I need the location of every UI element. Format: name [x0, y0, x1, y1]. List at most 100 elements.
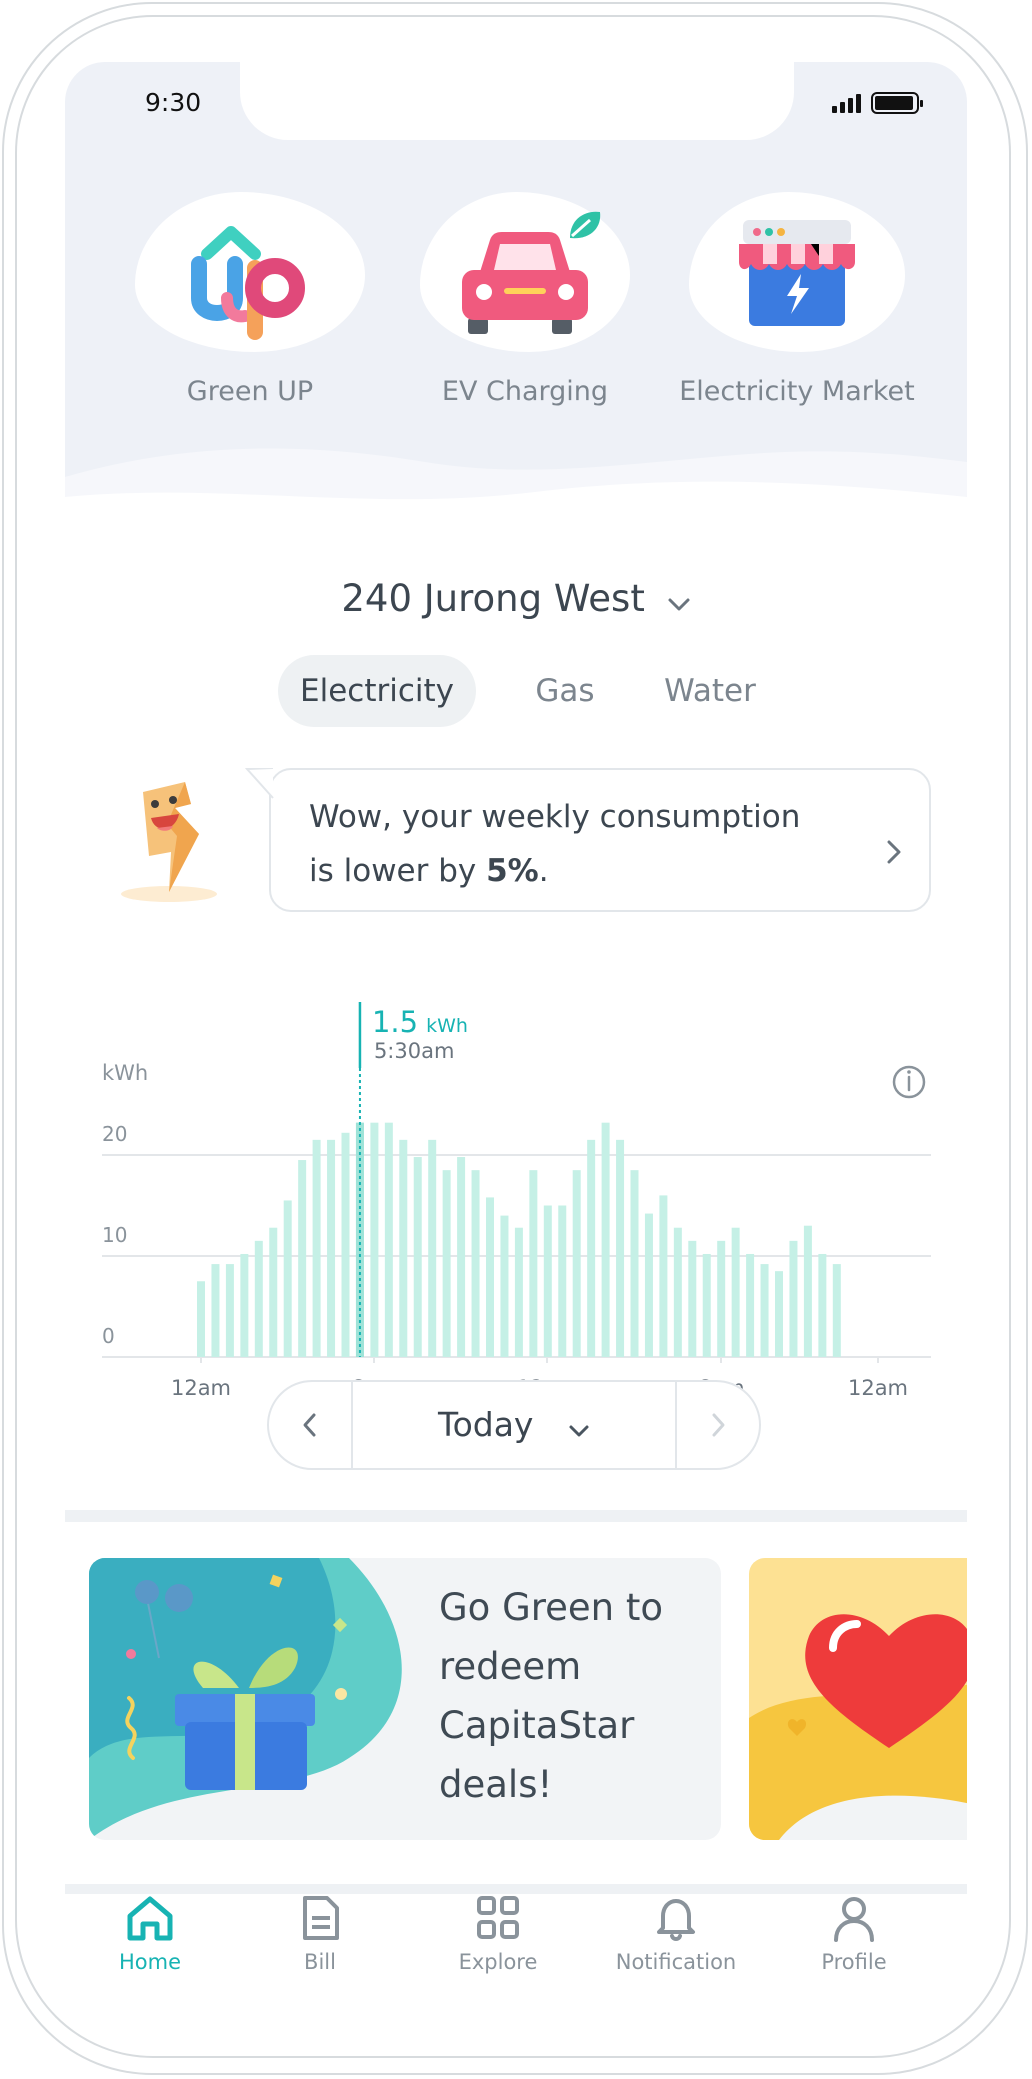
tabbar-divider: [65, 1884, 967, 1894]
usage-bar-chart[interactable]: kWh0102012am6am12pm6pm12am1.5kWh5:30am: [65, 932, 967, 1402]
chart-bar: [789, 1240, 798, 1357]
chart-bar: [442, 1170, 451, 1357]
y-tick-label: 10: [102, 1223, 127, 1247]
chart-bar: [211, 1264, 220, 1357]
chart-bar: [269, 1227, 278, 1357]
heart-illustration: [749, 1614, 967, 1840]
previous-day-button[interactable]: [269, 1382, 353, 1468]
chart-bar: [572, 1170, 581, 1357]
chart-bar: [298, 1160, 307, 1357]
profile-icon: [834, 1897, 874, 1942]
lightning-mascot-icon: [117, 774, 227, 904]
chart-bar: [283, 1200, 292, 1357]
bell-icon: [657, 1899, 695, 1941]
ev-car-icon: [420, 192, 630, 352]
app-label: Green UP: [186, 376, 314, 407]
chevron-down-icon: [568, 1384, 590, 1470]
chart-bar: [240, 1253, 249, 1357]
chart-bar: [760, 1264, 769, 1357]
chart-bar: [717, 1240, 726, 1357]
chart-bar: [500, 1215, 509, 1357]
promo-card-heart[interactable]: [749, 1558, 967, 1840]
status-icons: [832, 92, 923, 114]
gift-illustration: [89, 1558, 402, 1840]
chart-bar: [428, 1139, 437, 1357]
y-tick-label: 20: [102, 1122, 127, 1146]
tab-label: Explore: [458, 1950, 538, 1974]
tab-notification[interactable]: Notification: [591, 1894, 761, 1974]
signal-icon: [832, 93, 861, 113]
date-selector[interactable]: Today: [353, 1382, 675, 1468]
tab-label: Bill: [304, 1950, 336, 1974]
chart-bar: [471, 1170, 480, 1357]
bill-icon: [303, 1896, 339, 1940]
tab-label: Notification: [615, 1950, 737, 1974]
chart-bar: [673, 1227, 682, 1357]
chart-bar: [832, 1264, 841, 1357]
tooltip-time: 5:30am: [374, 1039, 454, 1063]
chevron-down-icon: [667, 579, 691, 622]
chart-bar: [486, 1197, 494, 1357]
info-icon[interactable]: [892, 1065, 926, 1099]
tab-label: Home: [118, 1950, 181, 1974]
y-tick-label: 0: [102, 1324, 115, 1348]
consumption-insight-card[interactable]: Wow, your weekly consumption is lower by…: [245, 768, 931, 912]
location-selector[interactable]: 240 Jurong West: [65, 577, 967, 622]
promo-title: Go Green to redeem CapitaStar deals!: [439, 1586, 664, 1806]
chart-bar: [543, 1205, 552, 1357]
app-tile-electricity-market[interactable]: Electricity Market: [677, 192, 917, 407]
app-screen: 9:30 Green UP EV Charging Electricity Ma…: [65, 62, 967, 1977]
chart-bar: [413, 1157, 422, 1357]
chart-bar: [254, 1240, 263, 1357]
tab-label: Profile: [821, 1950, 887, 1974]
promo-card-go-green[interactable]: Go Green to redeem CapitaStar deals!: [89, 1558, 721, 1840]
app-tile-green-up[interactable]: Green UP: [130, 192, 370, 407]
chart-bar: [399, 1139, 408, 1357]
tab-bill[interactable]: Bill: [235, 1894, 405, 1974]
hero-wave: [65, 448, 967, 542]
home-icon: [127, 1896, 173, 1941]
chart-bar: [688, 1240, 697, 1357]
device-notch: [240, 62, 794, 140]
chart-bar: [384, 1122, 393, 1357]
section-divider: [65, 1510, 967, 1522]
chart-bar: [775, 1271, 783, 1357]
tab-gas[interactable]: Gas: [515, 655, 615, 727]
chart-bar: [731, 1227, 740, 1357]
chart-bar: [327, 1139, 336, 1357]
chart-bar: [702, 1253, 711, 1357]
chevron-right-icon: [885, 828, 903, 882]
chart-bar: [803, 1225, 812, 1357]
market-store-icon: [689, 192, 905, 352]
location-name: 240 Jurong West: [341, 577, 645, 620]
tab-profile[interactable]: Profile: [769, 1894, 939, 1974]
chevron-right-icon: [712, 1413, 725, 1437]
chart-bar: [341, 1132, 350, 1357]
utility-tabs: Electricity Gas Water: [65, 655, 967, 727]
chart-bar: [225, 1264, 234, 1357]
insight-text-end: .: [538, 853, 549, 889]
app-tile-ev-charging[interactable]: EV Charging: [405, 192, 645, 407]
tooltip-unit: kWh: [426, 1015, 468, 1037]
chart-bar: [558, 1205, 567, 1357]
insight-percentage: 5%: [486, 853, 539, 889]
chart-bar: [529, 1170, 538, 1357]
chart-bar: [746, 1253, 755, 1357]
chart-bar: [370, 1122, 379, 1357]
tab-home[interactable]: Home: [65, 1894, 235, 1974]
x-tick-label: 12am: [171, 1376, 231, 1400]
bottom-tab-bar: Home Bill Explore Notification Profile: [65, 1894, 967, 1977]
battery-icon: [871, 92, 923, 114]
tab-explore[interactable]: Explore: [413, 1894, 583, 1974]
green-up-icon: [135, 192, 365, 352]
chart-bar: [644, 1213, 653, 1357]
tab-water[interactable]: Water: [655, 655, 765, 727]
next-day-button[interactable]: [675, 1382, 759, 1468]
chart-bar: [616, 1139, 625, 1357]
chart-bar: [601, 1122, 610, 1357]
date-label-text: Today: [438, 1405, 534, 1444]
chart-bar: [587, 1139, 596, 1357]
chart-bar: [514, 1227, 523, 1357]
tab-electricity[interactable]: Electricity: [278, 655, 476, 727]
app-label: EV Charging: [441, 376, 609, 407]
